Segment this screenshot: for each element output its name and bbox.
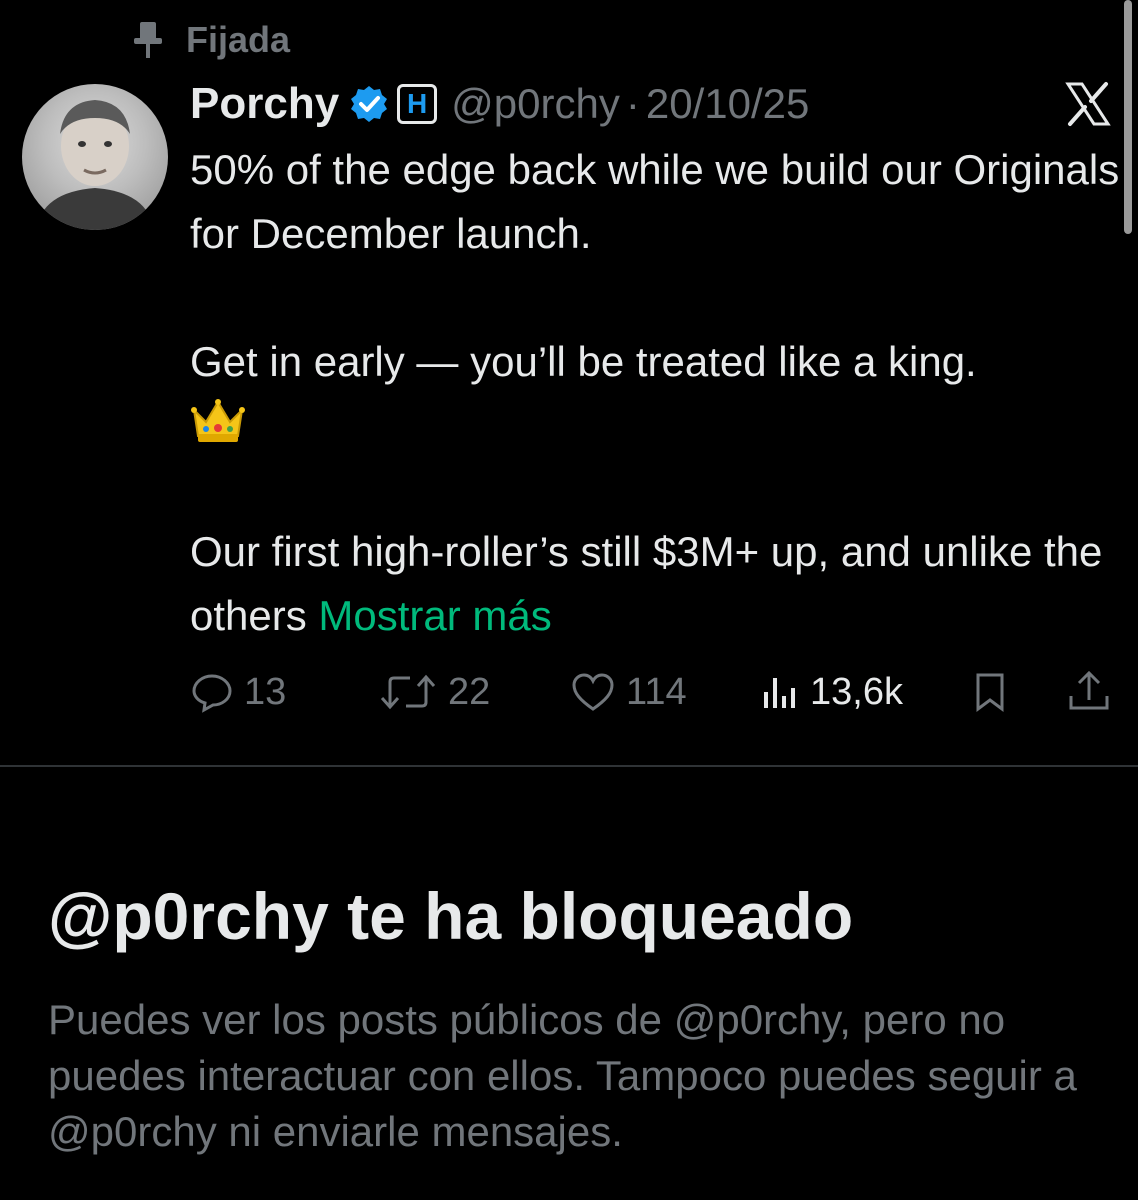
scrollbar[interactable] (1124, 0, 1132, 234)
tweet-actions: 13 22 114 13,6k (0, 660, 1138, 724)
repost-count: 22 (448, 670, 491, 713)
avatar[interactable] (22, 84, 168, 230)
tweet-body: 50% of the edge back while we build our … (190, 138, 1120, 648)
x-logo-icon (1064, 80, 1112, 128)
verified-badge-icon (349, 84, 389, 124)
reply-icon (190, 670, 234, 714)
tweet-text-paragraph-2: Get in early — you’ll be treated like a … (190, 338, 977, 385)
like-count: 114 (626, 670, 687, 713)
like-button[interactable]: 114 (570, 660, 687, 724)
tweet-text-paragraph-3: Our first high-roller’s still $3M+ up, a… (190, 520, 1120, 648)
author-handle[interactable]: @p0rchy (451, 80, 620, 128)
author-name[interactable]: Porchy (190, 79, 339, 129)
reply-button[interactable]: 13 (190, 660, 286, 724)
pinned-label: Fijada (186, 19, 291, 60)
tweet-date[interactable]: 20/10/25 (646, 80, 810, 128)
views-button[interactable]: 13,6k (760, 660, 903, 724)
bookmark-icon (968, 670, 1012, 714)
affiliate-badge[interactable]: H (397, 84, 438, 124)
share-icon (1066, 670, 1112, 714)
show-more-link[interactable]: Mostrar más (318, 592, 551, 639)
blocked-title: @p0rchy te ha bloqueado (48, 879, 854, 953)
repost-icon (378, 670, 438, 714)
views-icon (760, 670, 800, 714)
like-icon (570, 670, 616, 714)
pinned-indicator: Fijada (132, 18, 290, 62)
share-button[interactable] (1066, 660, 1112, 724)
tweet-header: Porchy H @p0rchy · 20/10/25 (190, 76, 809, 132)
reply-count: 13 (244, 670, 287, 713)
separator-dot: · (625, 80, 640, 127)
tweet-text-paragraph-1: 50% of the edge back while we build our … (190, 146, 1120, 257)
blocked-description: Puedes ver los posts públicos de @p0rchy… (48, 996, 1077, 1155)
pin-icon (132, 20, 164, 60)
crown-emoji (190, 396, 1120, 462)
repost-button[interactable]: 22 (378, 660, 490, 724)
views-count: 13,6k (810, 670, 903, 713)
divider (0, 765, 1138, 767)
bookmark-button[interactable] (968, 660, 1012, 724)
